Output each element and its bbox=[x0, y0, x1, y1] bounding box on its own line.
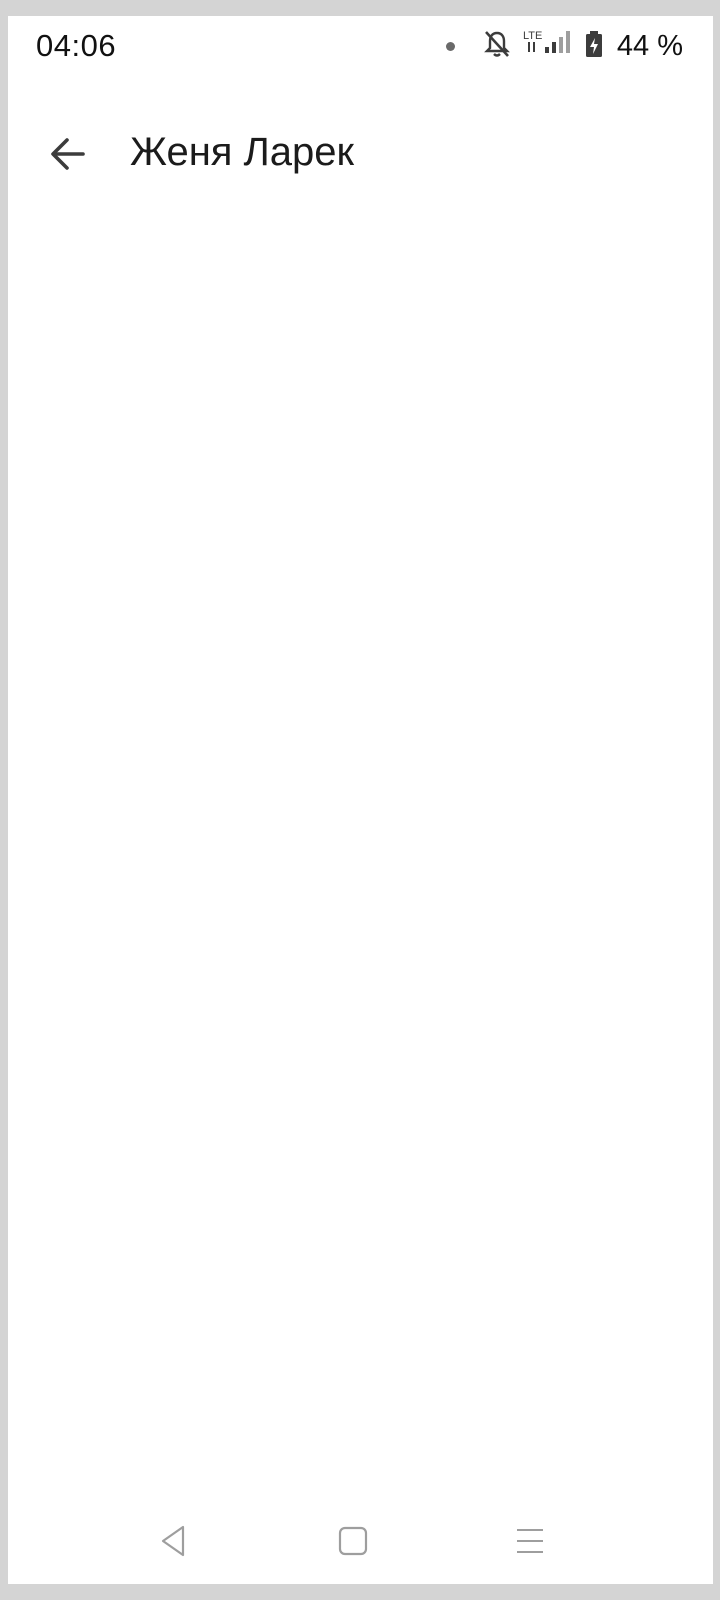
lte-signal-icon: LTE bbox=[523, 28, 575, 65]
battery-charging-icon bbox=[585, 30, 603, 63]
nav-menu-icon bbox=[517, 1529, 543, 1553]
page-title: Женя Ларек bbox=[130, 130, 355, 174]
arrow-left-icon bbox=[51, 138, 85, 170]
nav-back-icon bbox=[161, 1525, 185, 1557]
app-bar: Женя Ларек bbox=[8, 116, 713, 196]
nav-menu-button[interactable] bbox=[500, 1516, 560, 1566]
notification-dot-icon bbox=[445, 41, 455, 51]
bell-off-icon bbox=[481, 28, 513, 65]
nav-home-icon bbox=[338, 1526, 368, 1556]
back-button[interactable] bbox=[40, 126, 96, 182]
nav-back-button[interactable] bbox=[143, 1516, 203, 1566]
system-nav-bar bbox=[8, 1516, 713, 1566]
nav-home-button[interactable] bbox=[323, 1516, 383, 1566]
status-time: 04:06 bbox=[36, 28, 117, 63]
content-area bbox=[8, 206, 713, 1496]
status-bar: 04:06 LTE 44 % bbox=[8, 16, 713, 76]
phone-screen: 04:06 LTE 44 % Женя Ларек bbox=[8, 16, 713, 1584]
network-label: LTE bbox=[523, 30, 542, 42]
status-icons: LTE 44 % bbox=[445, 26, 683, 66]
battery-percentage: 44 % bbox=[616, 29, 683, 62]
